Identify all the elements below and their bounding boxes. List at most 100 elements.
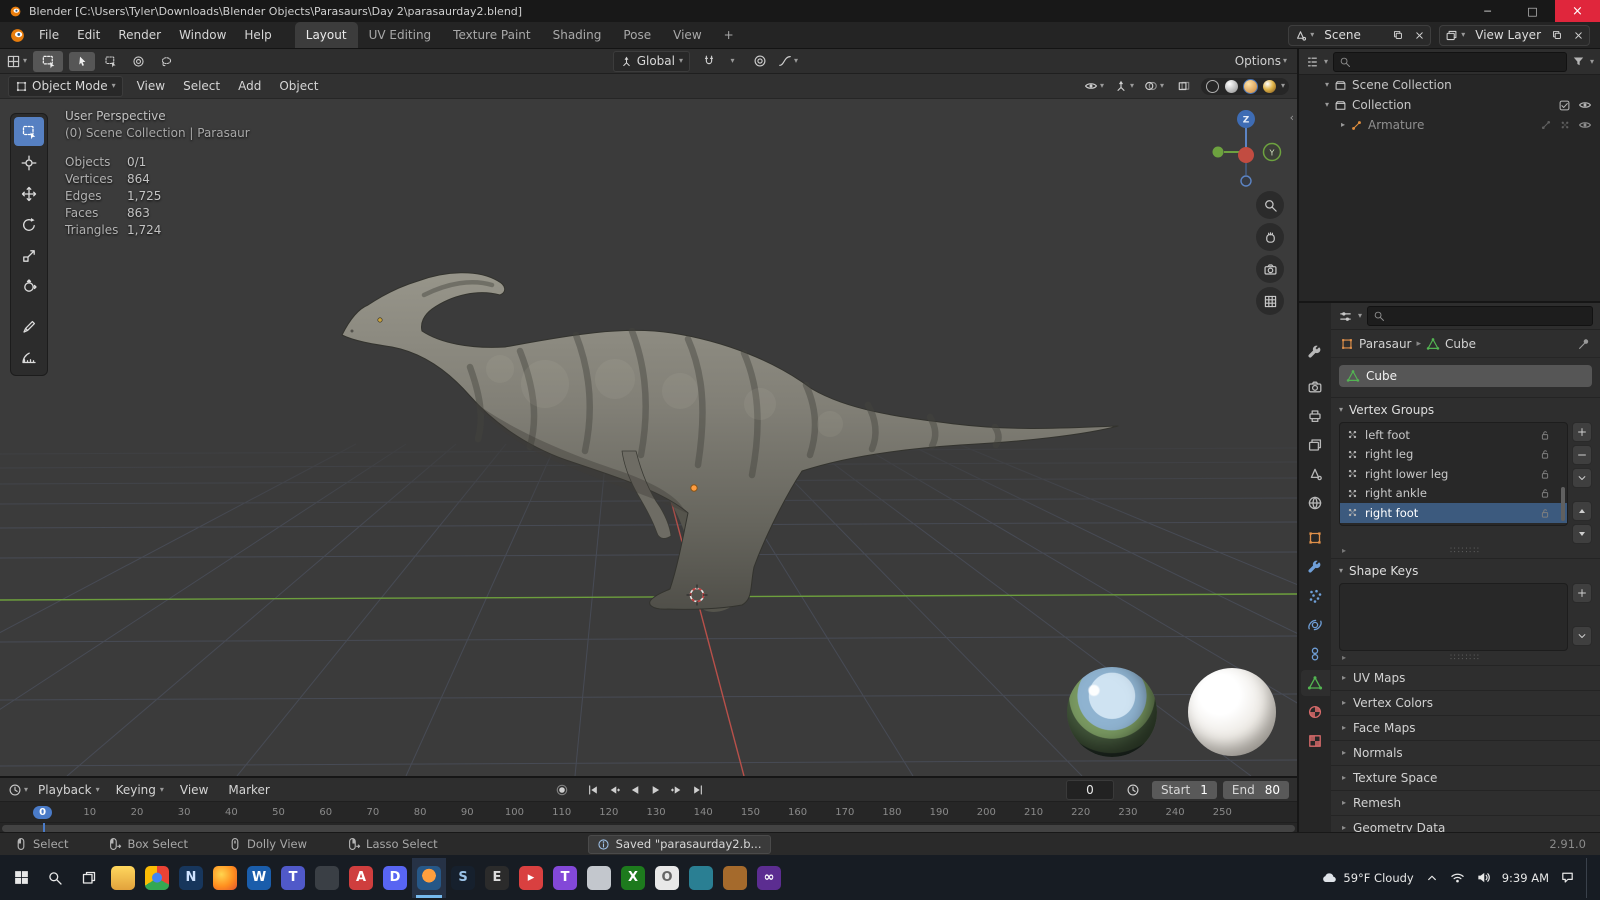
properties-search[interactable] bbox=[1367, 306, 1593, 326]
close-button[interactable]: × bbox=[1555, 0, 1600, 22]
properties-tab-render[interactable] bbox=[1301, 374, 1330, 400]
ruler-frame[interactable]: 70 bbox=[349, 807, 396, 818]
menu-help[interactable]: Help bbox=[235, 22, 280, 48]
menu-edit[interactable]: Edit bbox=[68, 22, 109, 48]
object-visibility-dropdown[interactable]: ▾ bbox=[1081, 77, 1107, 96]
viewport-menu-view[interactable]: View bbox=[128, 74, 174, 98]
ruler-frame[interactable]: 110 bbox=[538, 807, 585, 818]
next-keyframe-button[interactable] bbox=[667, 781, 687, 799]
zoom-button[interactable] bbox=[1256, 191, 1284, 219]
properties-tab-physics[interactable] bbox=[1301, 612, 1330, 638]
properties-tab-view-layer[interactable] bbox=[1301, 432, 1330, 458]
taskbar-app-app-amber[interactable] bbox=[718, 858, 752, 898]
ruler-frame[interactable]: 130 bbox=[632, 807, 679, 818]
checkbox-icon[interactable] bbox=[1558, 99, 1571, 112]
vertex-group-right-foot[interactable]: right foot bbox=[1340, 503, 1567, 523]
outliner-row-collection[interactable]: ▾ Collection bbox=[1299, 95, 1600, 115]
ruler-frame[interactable]: 180 bbox=[868, 807, 915, 818]
view-layer-name[interactable]: View Layer bbox=[1470, 26, 1546, 45]
move-group-up-button[interactable] bbox=[1572, 501, 1592, 521]
jump-to-end-button[interactable] bbox=[688, 781, 708, 799]
tool-select-box[interactable] bbox=[14, 117, 44, 146]
taskbar-app-teams[interactable]: T bbox=[276, 858, 310, 898]
vertex-group-right-lower-leg[interactable]: right lower leg bbox=[1340, 464, 1567, 484]
viewport-menu-add[interactable]: Add bbox=[229, 74, 270, 98]
tool-measure[interactable] bbox=[14, 343, 44, 372]
shading-wireframe[interactable] bbox=[1205, 79, 1220, 94]
view-layer-remove-button[interactable] bbox=[1568, 26, 1589, 45]
taskbar-clock[interactable]: 9:39 AM bbox=[1502, 871, 1549, 885]
panel-face-maps[interactable]: ▸ Face Maps bbox=[1331, 715, 1600, 740]
ruler-frame[interactable]: 30 bbox=[161, 807, 208, 818]
ruler-frame[interactable]: 60 bbox=[302, 807, 349, 818]
preview-range-toggle[interactable] bbox=[1120, 780, 1146, 799]
start-button[interactable] bbox=[4, 858, 38, 898]
shading-dropdown[interactable]: ▾ bbox=[1281, 82, 1285, 90]
breadcrumb-object[interactable]: Parasaur bbox=[1359, 337, 1411, 351]
mode-dropdown[interactable]: Object Mode ▾ bbox=[8, 75, 123, 97]
action-center-icon[interactable] bbox=[1560, 870, 1575, 885]
gizmos-dropdown[interactable]: ▾ bbox=[1111, 77, 1137, 96]
properties-tab-scene[interactable] bbox=[1301, 461, 1330, 487]
show-desktop-button[interactable] bbox=[1586, 857, 1592, 898]
falloff-dropdown[interactable]: ▾ bbox=[775, 52, 801, 71]
panel-title[interactable]: Vertex Groups bbox=[1349, 403, 1434, 417]
eye-icon[interactable] bbox=[1578, 98, 1592, 112]
collapse-icon[interactable]: ▾ bbox=[1339, 406, 1343, 414]
viewport-menu-select[interactable]: Select bbox=[174, 74, 229, 98]
properties-tab-particles[interactable] bbox=[1301, 583, 1330, 609]
properties-tab-output[interactable] bbox=[1301, 403, 1330, 429]
taskbar-app-twitch[interactable]: T bbox=[548, 858, 582, 898]
ruler-frame[interactable]: 40 bbox=[208, 807, 255, 818]
ruler-frame[interactable]: 80 bbox=[397, 807, 444, 818]
taskbar-app-xbox[interactable]: X bbox=[616, 858, 650, 898]
properties-tab-object[interactable] bbox=[1301, 525, 1330, 551]
panel-uv-maps[interactable]: ▸ UV Maps bbox=[1331, 665, 1600, 690]
tool-move[interactable] bbox=[14, 179, 44, 208]
ruler-frame[interactable]: 100 bbox=[491, 807, 538, 818]
select-mode-circle[interactable] bbox=[125, 52, 151, 71]
taskbar-app-app-navy[interactable]: N bbox=[174, 858, 208, 898]
viewport-3d[interactable]: User Perspective (0) Scene Collection | … bbox=[0, 99, 1297, 776]
workspace-tab-pose[interactable]: Pose bbox=[612, 22, 662, 48]
shading-solid[interactable] bbox=[1224, 79, 1239, 94]
list-scrollbar[interactable] bbox=[1561, 487, 1565, 521]
taskbar-app-firefox[interactable] bbox=[208, 858, 242, 898]
tool-cursor[interactable] bbox=[14, 148, 44, 177]
ruler-frame[interactable]: 210 bbox=[1010, 807, 1057, 818]
shape-key-specials-button[interactable] bbox=[1572, 626, 1592, 646]
timeline-menu-playback[interactable]: Playback ▾ bbox=[30, 778, 108, 801]
lock-open-icon[interactable] bbox=[1539, 468, 1551, 480]
panel-texture-space[interactable]: ▸ Texture Space bbox=[1331, 765, 1600, 790]
outliner-editor-icon[interactable] bbox=[1305, 55, 1319, 69]
workspace-tab-view[interactable]: View bbox=[662, 22, 712, 48]
shading-rendered[interactable] bbox=[1262, 79, 1277, 94]
panel-remesh[interactable]: ▸ Remesh bbox=[1331, 790, 1600, 815]
outliner-row-scene-collection[interactable]: ▾ Scene Collection bbox=[1299, 75, 1600, 95]
list-resize-grip[interactable]: ▸ ∷∷∷∷ bbox=[1339, 544, 1592, 558]
minimize-button[interactable]: ─ bbox=[1465, 0, 1510, 22]
properties-editor-icon[interactable] bbox=[1338, 309, 1353, 324]
scene-new-button[interactable] bbox=[1387, 26, 1409, 45]
ruler-frame[interactable]: 150 bbox=[727, 807, 774, 818]
timeline-menu-marker[interactable]: Marker bbox=[220, 778, 281, 801]
properties-tab-world[interactable] bbox=[1301, 490, 1330, 516]
maximize-button[interactable]: □ bbox=[1510, 0, 1555, 22]
auto-keying-toggle[interactable] bbox=[552, 781, 572, 799]
scene-selector[interactable]: ▾ Scene bbox=[1288, 24, 1432, 46]
pin-icon[interactable] bbox=[1577, 337, 1591, 351]
add-shape-key-button[interactable] bbox=[1572, 583, 1592, 603]
menu-window[interactable]: Window bbox=[170, 22, 235, 48]
taskbar-app-app-dark[interactable]: E bbox=[480, 858, 514, 898]
taskbar-app-app-slate[interactable] bbox=[310, 858, 344, 898]
transform-orientation-dropdown[interactable]: Global ▾ bbox=[612, 50, 690, 72]
taskbar-app-app-red[interactable]: A bbox=[344, 858, 378, 898]
shading-material-preview[interactable] bbox=[1242, 78, 1258, 94]
taskbar-app-blender[interactable] bbox=[412, 857, 446, 898]
ruler-frame[interactable]: 90 bbox=[444, 807, 491, 818]
lock-open-icon[interactable] bbox=[1539, 487, 1551, 499]
timeline-menu-view[interactable]: View bbox=[172, 778, 220, 801]
ruler-frame[interactable]: 0 bbox=[19, 805, 66, 838]
lock-open-icon[interactable] bbox=[1539, 448, 1551, 460]
scene-name[interactable]: Scene bbox=[1319, 26, 1387, 45]
